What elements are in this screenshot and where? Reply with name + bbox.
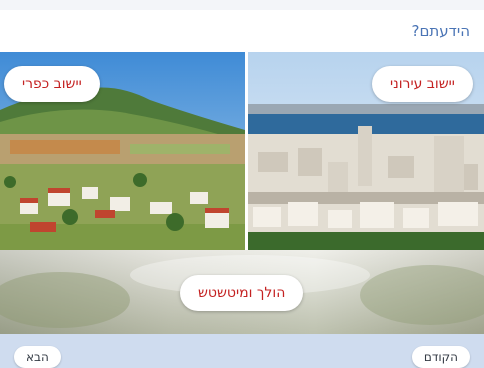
previous-button[interactable]: הקודם [411, 346, 470, 368]
page-title: הידעתם? [411, 22, 470, 40]
bottom-nav-bar [0, 334, 484, 368]
next-button[interactable]: הבא [14, 346, 61, 368]
option-urban-button[interactable]: יישוב עירוני [372, 66, 473, 102]
option-rural-button[interactable]: יישוב כפרי [4, 66, 100, 102]
top-strip [0, 0, 484, 10]
option-mixed-button[interactable]: הולך ומיטשטש [180, 275, 304, 311]
header: הידעתם? [0, 10, 484, 53]
